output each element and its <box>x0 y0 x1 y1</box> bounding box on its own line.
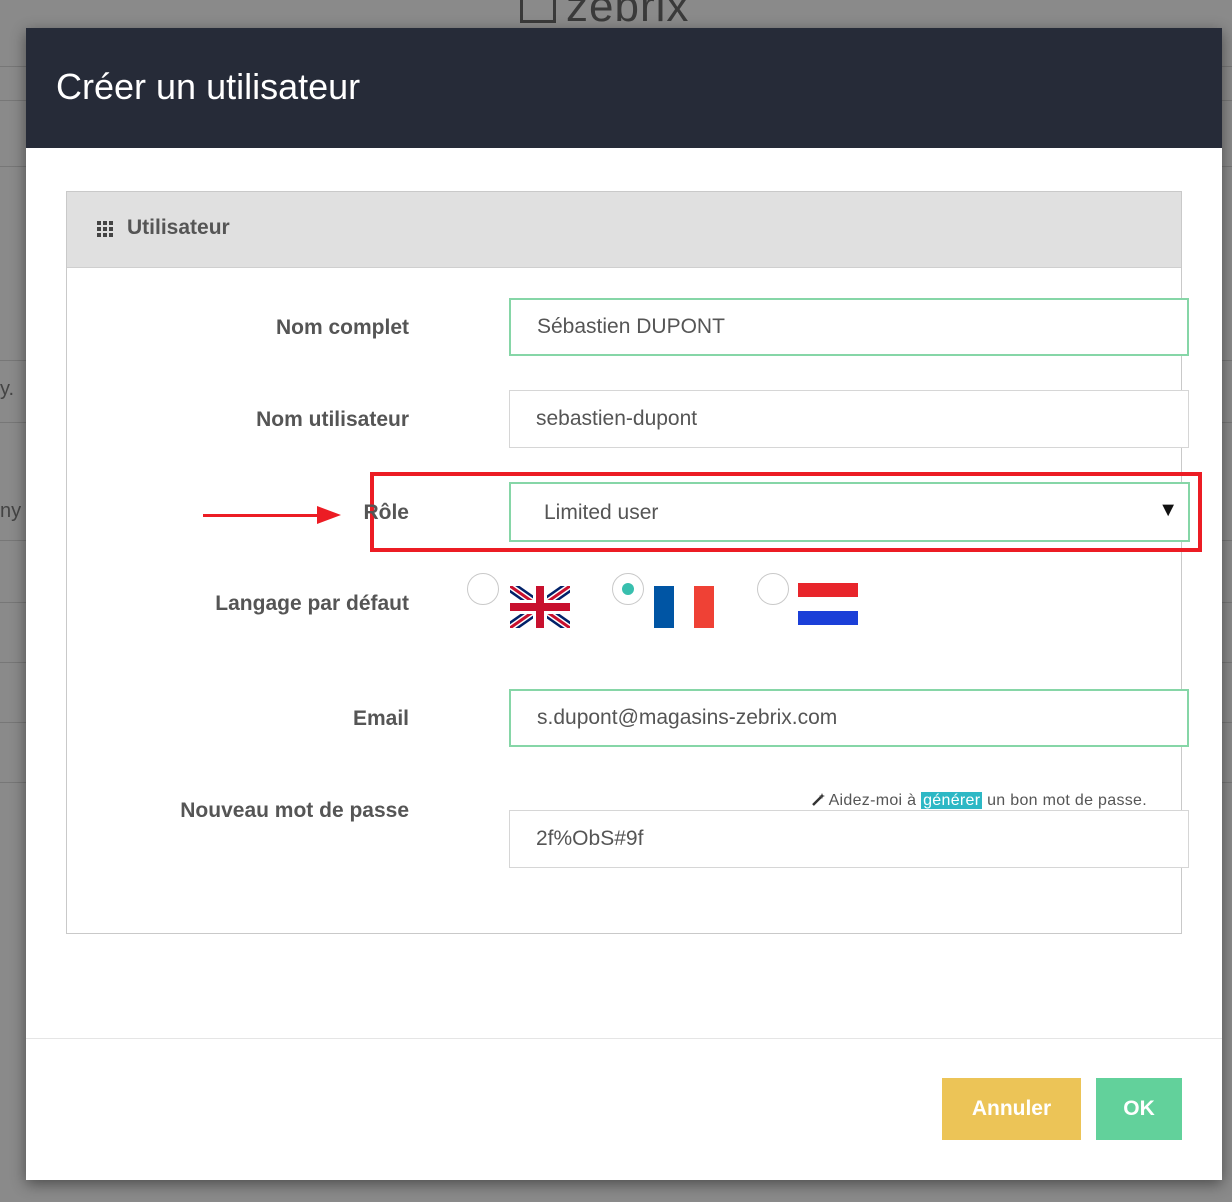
role-select-value: Limited user <box>544 501 659 524</box>
username-input[interactable]: sebastien-dupont <box>509 390 1189 448</box>
user-panel: Utilisateur Nom complet Sébastien DUPONT… <box>66 191 1202 934</box>
password-help-text: Aidez-moi à générer un bon mot de passe. <box>811 792 1147 810</box>
role-select[interactable]: Limited user ▼ <box>509 482 1190 542</box>
caret-down-icon: ▼ <box>1158 499 1178 521</box>
modal-header: Créer un utilisateur <box>26 28 1222 148</box>
default-language-label: Langage par défaut <box>215 592 409 615</box>
language-radio-nl[interactable] <box>757 573 789 605</box>
cancel-button[interactable]: Annuler <box>942 1078 1081 1140</box>
email-input[interactable]: s.dupont@magasins-zebrix.com <box>509 689 1189 747</box>
background-logo-text: zebrix <box>566 0 690 31</box>
password-label: Nouveau mot de passe <box>180 799 409 822</box>
netherlands-flag-icon <box>798 583 858 625</box>
grid-icon <box>97 221 115 239</box>
help-text-after: un bon mot de passe. <box>982 792 1147 809</box>
generate-password-link[interactable]: générer <box>921 792 983 809</box>
magic-wand-icon <box>811 793 825 806</box>
full-name-label: Nom complet <box>275 316 409 339</box>
background-text-fragment: ny <box>0 500 22 522</box>
modal-title: Créer un utilisateur <box>56 66 361 107</box>
password-input[interactable]: 2f%ObS#9f <box>509 810 1189 868</box>
modal-footer-divider <box>26 1038 1222 1039</box>
create-user-modal: Créer un utilisateur Utilisateur Nom com… <box>26 28 1222 1180</box>
language-radio-fr[interactable] <box>612 573 644 605</box>
help-text-before: Aidez-moi à <box>828 792 922 809</box>
france-flag-icon <box>654 586 714 628</box>
background-text-fragment: y. <box>0 378 15 400</box>
radio-selected-dot <box>622 583 634 595</box>
full-name-input[interactable]: Sébastien DUPONT <box>509 298 1189 356</box>
username-label: Nom utilisateur <box>256 408 409 431</box>
ok-button[interactable]: OK <box>1096 1078 1182 1140</box>
email-label: Email <box>352 707 409 730</box>
language-radio-uk[interactable] <box>467 573 499 605</box>
panel-title: Utilisateur <box>127 216 230 239</box>
role-label: Rôle <box>363 501 409 524</box>
panel-heading: Utilisateur <box>67 192 1181 268</box>
uk-flag-icon <box>510 586 570 628</box>
logo-mark-icon <box>520 0 556 23</box>
